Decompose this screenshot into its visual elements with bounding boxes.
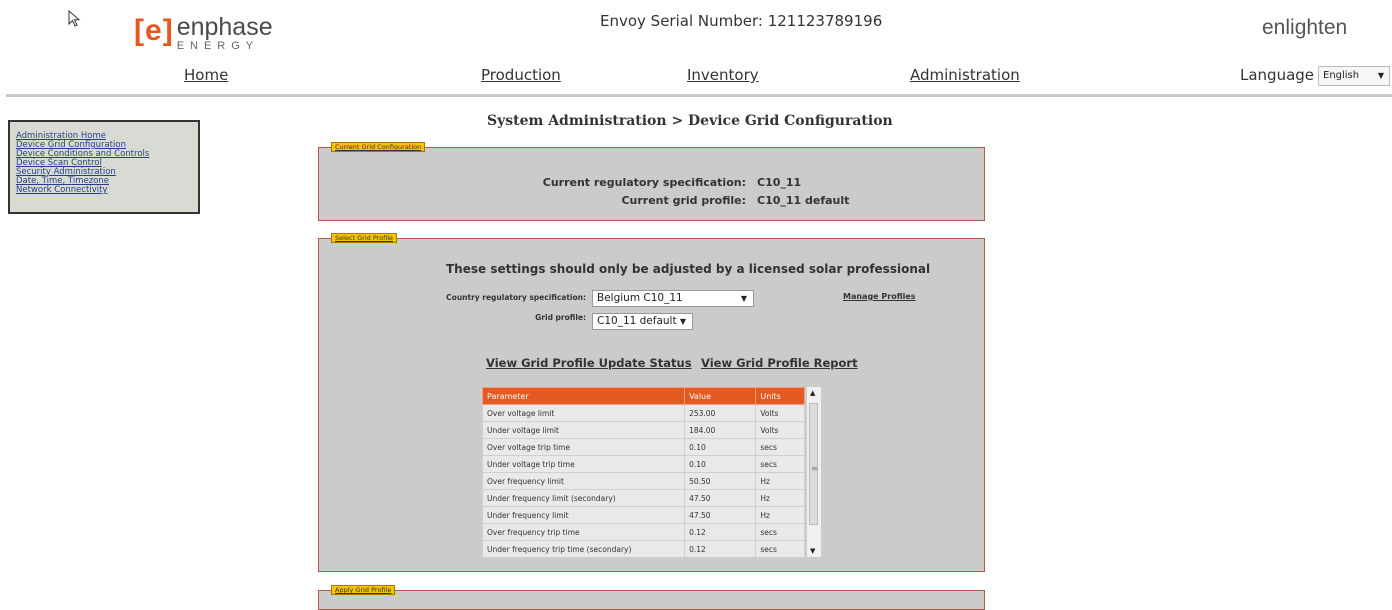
grid-profile-value: C10_11 default [597, 315, 677, 327]
logo-word: enphase [176, 13, 273, 41]
cell-units: Volts [755, 421, 805, 439]
language-select[interactable]: English ▼ [1318, 66, 1390, 86]
table-row: Over voltage limit 253.00 Volts [481, 404, 805, 422]
table-row: Under voltage trip time 0.10 secs [481, 455, 805, 473]
country-spec-value: Belgium C10_11 [597, 292, 683, 304]
column-header-units[interactable]: Units [755, 387, 805, 405]
current-spec-label: Current regulatory specification: [542, 176, 746, 189]
scroll-up-icon[interactable]: ▲ [810, 389, 815, 397]
grid-parameters-table: Parameter Value Units Over voltage limit… [481, 387, 805, 558]
scrollbar-grip-icon: ≡ [811, 464, 818, 473]
manage-profiles-link[interactable]: Manage Profiles [843, 292, 916, 301]
scrollbar-thumb[interactable]: ≡ [809, 403, 818, 525]
table-row: Over frequency limit 50.50 Hz [481, 472, 805, 490]
logo-subtitle: ENERGY [176, 40, 260, 52]
cell-units: Hz [755, 506, 805, 524]
professional-warning: These settings should only be adjusted b… [446, 262, 931, 276]
nav-inventory[interactable]: Inventory [687, 66, 759, 84]
cell-value: 50.50 [684, 472, 757, 490]
cell-value: 0.12 [684, 523, 757, 541]
nav-production[interactable]: Production [481, 66, 561, 84]
country-spec-label: Country regulatory specification: [446, 293, 586, 302]
cell-units: secs [755, 455, 805, 473]
cell-units: Hz [755, 489, 805, 507]
nav-home[interactable]: Home [184, 66, 228, 84]
cell-parameter: Over frequency trip time [481, 523, 686, 541]
cell-value: 47.50 [684, 506, 757, 524]
language-select-value: English [1323, 70, 1360, 81]
cell-units: secs [755, 540, 805, 558]
cell-value: 47.50 [684, 489, 757, 507]
cell-parameter: Under voltage trip time [481, 455, 686, 473]
current-grid-configuration-legend: Current Grid Configuration [331, 142, 426, 152]
logo-bracket-open: [ [134, 14, 144, 47]
cell-value: 184.00 [684, 421, 757, 439]
table-row: Under frequency limit 47.50 Hz [481, 506, 805, 524]
table-row: Under frequency trip time (secondary) 0.1… [481, 540, 805, 558]
cell-value: 0.12 [684, 540, 757, 558]
current-spec-value: C10_11 [757, 176, 802, 189]
table-header-row: Parameter Value Units [481, 387, 805, 405]
mouse-cursor-icon [68, 9, 82, 28]
sidebar-item-network-connectivity[interactable]: Network Connectivity [16, 186, 198, 195]
cell-value: 0.10 [684, 455, 757, 473]
enlighten-brand: enlighten [1262, 16, 1348, 39]
header-divider [6, 94, 1392, 97]
current-profile-value: C10_11 default [757, 194, 850, 207]
view-grid-profile-report-link[interactable]: View Grid Profile Report [701, 356, 858, 370]
cell-parameter: Over voltage trip time [481, 438, 686, 456]
table-row: Under frequency limit (secondary) 47.50 Hz [481, 489, 805, 507]
grid-profile-select[interactable]: C10_11 default ▼ [592, 313, 693, 330]
cell-parameter: Over voltage limit [481, 404, 686, 422]
column-header-parameter[interactable]: Parameter [481, 387, 686, 405]
envoy-serial-number: Envoy Serial Number: 121123789196 [600, 12, 883, 30]
cell-value: 0.10 [684, 438, 757, 456]
cell-parameter: Under voltage limit [481, 421, 686, 439]
cell-units: secs [755, 523, 805, 541]
table-row: Over voltage trip time 0.10 secs [481, 438, 805, 456]
cell-value: 253.00 [684, 404, 757, 422]
chevron-down-icon: ▼ [740, 294, 747, 303]
grid-profile-label: Grid profile: [535, 313, 586, 322]
cell-units: secs [755, 438, 805, 456]
cell-parameter: Over frequency limit [481, 472, 686, 490]
enphase-logo: [ e ] enphase ENERGY [134, 14, 273, 54]
column-header-value[interactable]: Value [684, 387, 757, 405]
language-label: Language [1240, 66, 1315, 84]
nav-administration[interactable]: Administration [910, 66, 1020, 84]
table-row: Over frequency trip time 0.12 secs [481, 523, 805, 541]
cell-units: Hz [755, 472, 805, 490]
logo-e-letter: e [145, 14, 162, 47]
apply-grid-profile-panel: Apply Grid Profile [318, 585, 985, 610]
admin-side-menu: Administration Home Device Grid Configur… [8, 120, 200, 214]
view-grid-profile-update-status-link[interactable]: View Grid Profile Update Status [486, 356, 692, 370]
table-scrollbar[interactable]: ▲ ≡ ▼ [806, 387, 821, 557]
cell-parameter: Under frequency limit [481, 506, 686, 524]
scroll-down-icon[interactable]: ▼ [810, 547, 815, 555]
current-profile-label: Current grid profile: [621, 194, 746, 207]
country-spec-select[interactable]: Belgium C10_11 ▼ [592, 290, 754, 307]
select-grid-profile-legend: Select Grid Profile [331, 233, 398, 243]
cell-units: Volts [755, 404, 805, 422]
page-title: System Administration > Device Grid Conf… [487, 113, 893, 129]
chevron-down-icon: ▼ [1377, 71, 1384, 80]
logo-bracket-close: ] [162, 14, 173, 47]
table-row: Under voltage limit 184.00 Volts [481, 421, 805, 439]
chevron-down-icon: ▼ [679, 317, 686, 326]
cell-parameter: Under frequency trip time (secondary) [481, 540, 686, 558]
cell-parameter: Under frequency limit (secondary) [481, 489, 686, 507]
